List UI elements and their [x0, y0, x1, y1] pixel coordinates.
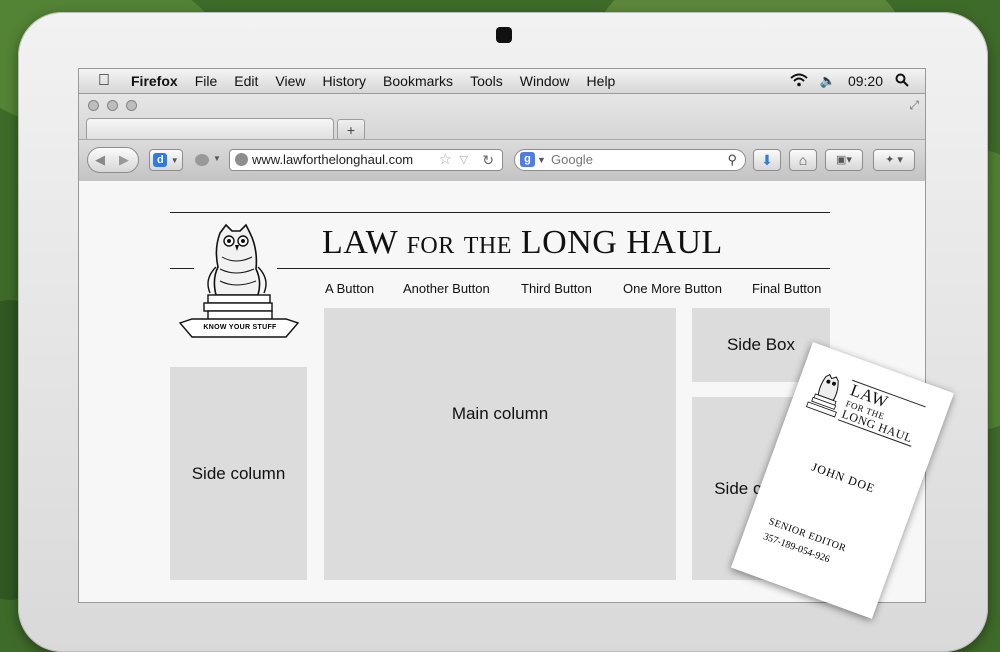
card-name: JOHN DOE	[809, 459, 878, 496]
webcam	[496, 27, 512, 43]
browser-tab[interactable]	[86, 118, 334, 141]
downloads-button[interactable]: ⬇	[753, 149, 781, 171]
google-icon[interactable]: g	[520, 152, 535, 167]
header-mid-rule	[277, 268, 830, 269]
engine-chevron-icon[interactable]: ▼	[537, 150, 546, 170]
left-side-column-label: Side column	[191, 463, 286, 483]
minimize-window-button[interactable]	[107, 100, 118, 111]
menu-file[interactable]: File	[195, 73, 218, 89]
navigation-toolbar: ◀ ▶ d ▼ ▼ www.lawforthelonghaul.com ☆ ▽ …	[79, 139, 925, 182]
wifi-icon[interactable]	[790, 73, 808, 90]
mac-menubar:  Firefox File Edit View History Bookmar…	[79, 69, 925, 94]
history-dropdown-icon[interactable]: ▽	[460, 150, 468, 170]
search-bar[interactable]: g ▼ Google ⚲	[514, 149, 746, 171]
forward-icon[interactable]: ▶	[119, 152, 129, 168]
nav-button-4[interactable]: One More Button	[623, 281, 722, 296]
back-icon[interactable]: ◀	[95, 152, 105, 168]
site-identity-icon[interactable]	[235, 153, 248, 166]
reload-icon[interactable]: ↻	[482, 150, 494, 170]
back-forward-button[interactable]: ◀ ▶	[87, 147, 139, 173]
browser-titlebar: ⤢ + ◀ ▶ d ▼ ▼ www.lawforthelonghaul.com …	[79, 94, 925, 182]
nav-button-5[interactable]: Final Button	[752, 281, 821, 296]
menu-window[interactable]: Window	[520, 73, 570, 89]
d-icon: d	[153, 153, 168, 167]
persona-icon[interactable]	[195, 154, 209, 166]
bookmarks-icon: ▣▾	[836, 154, 852, 166]
persona-chevron-icon[interactable]: ▼	[213, 154, 221, 163]
new-tab-button[interactable]: +	[337, 119, 365, 141]
logo-banner-text: KNOW YOUR STUFF	[203, 324, 277, 331]
home-icon: ⌂	[798, 152, 808, 168]
chevron-down-icon: ▼	[170, 156, 179, 165]
menu-history[interactable]: History	[322, 73, 366, 89]
nav-button-1[interactable]: A Button	[325, 281, 374, 296]
volume-icon[interactable]: 🔈	[820, 73, 836, 89]
menu-bookmarks[interactable]: Bookmarks	[383, 73, 453, 89]
site-logo[interactable]: KNOW YOUR STUFF	[174, 219, 304, 349]
menu-tools[interactable]: Tools	[470, 73, 503, 89]
menu-view[interactable]: View	[275, 73, 305, 89]
nav-button-2[interactable]: Another Button	[403, 281, 490, 296]
home-button[interactable]: ⌂	[789, 149, 817, 171]
left-side-column: Side column	[170, 367, 307, 580]
bookmark-star-icon[interactable]: ☆	[439, 150, 452, 170]
site-title[interactable]: LAW for the LONG HAUL	[322, 224, 723, 262]
menu-help[interactable]: Help	[587, 73, 616, 89]
close-window-button[interactable]	[88, 100, 99, 111]
side-box-label: Side Box	[726, 335, 796, 354]
zoom-window-button[interactable]	[126, 100, 137, 111]
header-top-rule	[170, 212, 830, 213]
main-column-label: Main column	[451, 404, 549, 423]
clock[interactable]: 09:20	[848, 73, 883, 89]
main-column: Main column	[324, 308, 676, 580]
menu-app-name[interactable]: Firefox	[131, 73, 178, 89]
menu-edit[interactable]: Edit	[234, 73, 258, 89]
url-text[interactable]: www.lawforthelonghaul.com	[252, 152, 413, 167]
spotlight-search-icon[interactable]	[895, 73, 909, 90]
wrench-icon: ✦ ▾	[885, 154, 903, 166]
addon-d-button[interactable]: d ▼	[149, 149, 183, 171]
url-bar[interactable]: www.lawforthelonghaul.com ☆ ▽ ↻	[229, 149, 503, 171]
download-arrow-icon: ⬇	[761, 152, 773, 168]
apple-icon[interactable]: 	[93, 72, 115, 90]
search-icon[interactable]: ⚲	[727, 150, 737, 170]
search-placeholder: Google	[551, 152, 593, 167]
bookmarks-menu-button[interactable]: ▣▾	[825, 149, 863, 171]
tools-menu-button[interactable]: ✦ ▾	[873, 149, 915, 171]
fullscreen-icon[interactable]: ⤢	[909, 98, 919, 113]
nav-button-3[interactable]: Third Button	[521, 281, 592, 296]
